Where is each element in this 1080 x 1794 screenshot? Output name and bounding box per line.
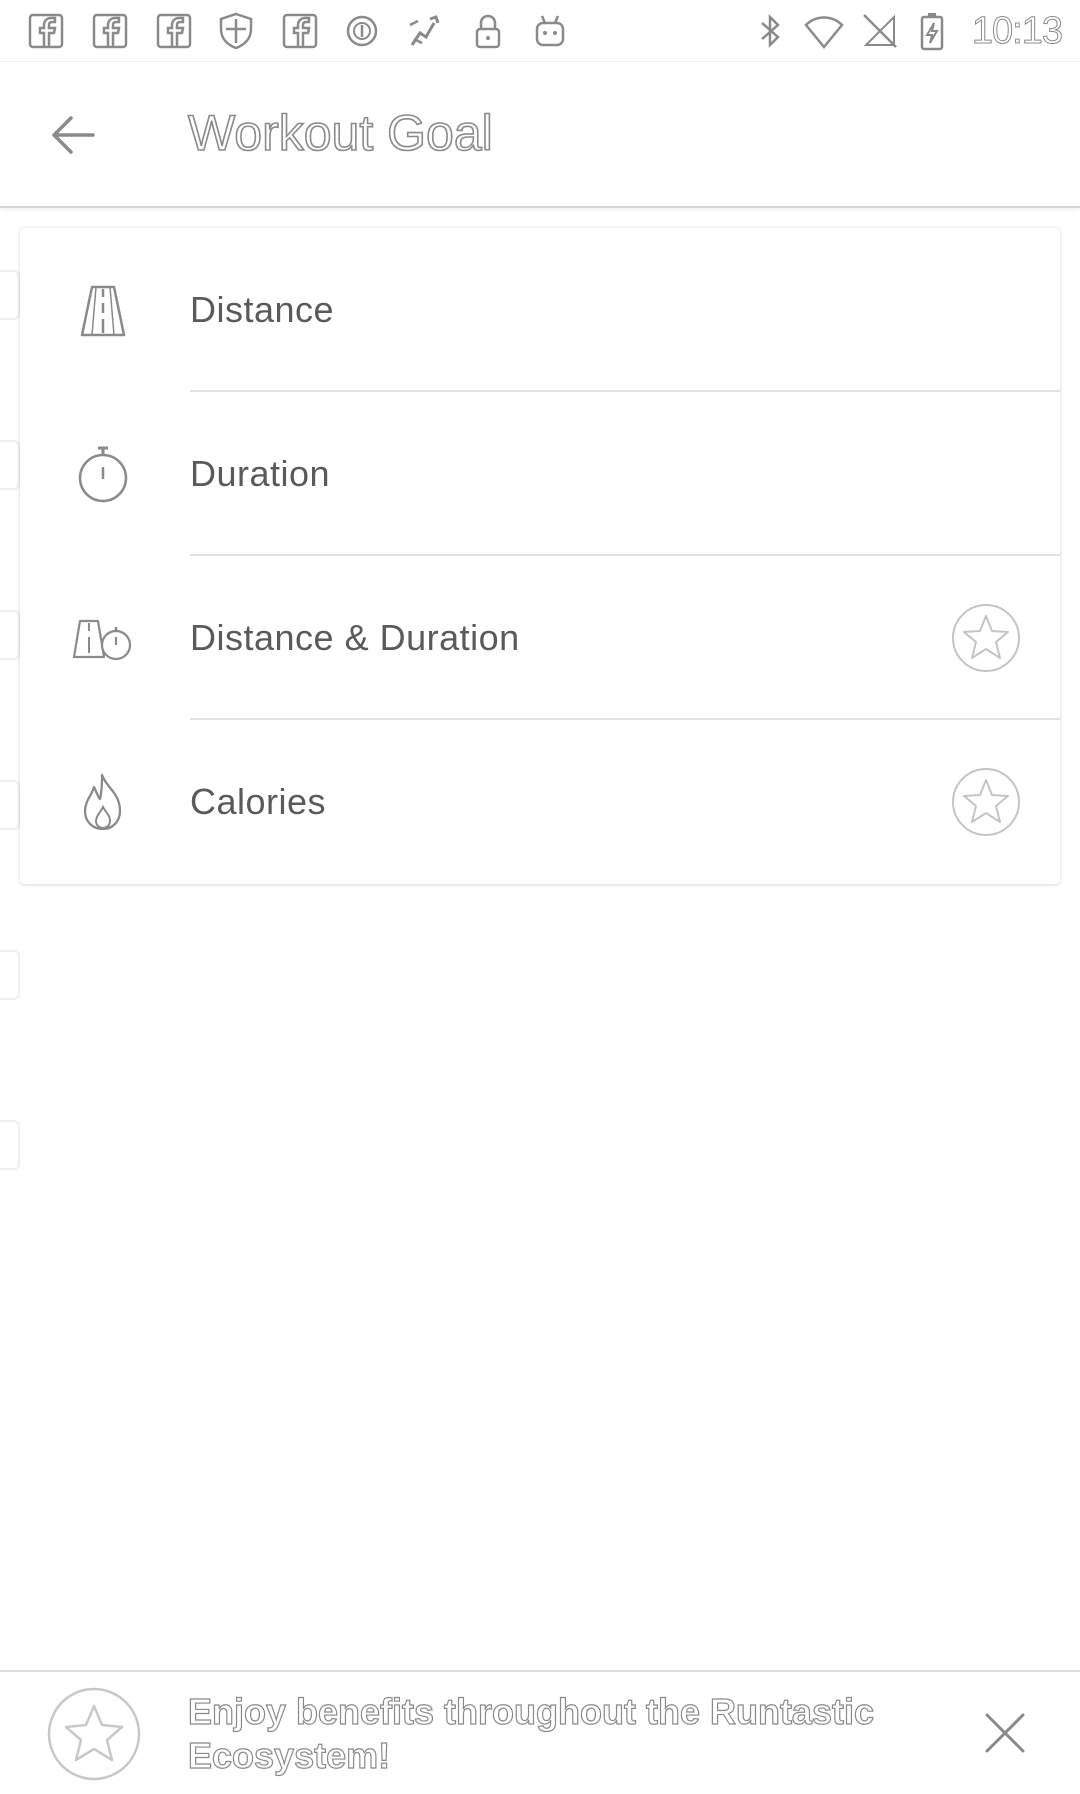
page-title: Workout Goal xyxy=(187,104,493,162)
shield-icon xyxy=(214,9,258,53)
status-bar: 10:13 xyxy=(0,0,1080,62)
facebook-icon xyxy=(24,9,68,53)
battery-charging-icon xyxy=(910,9,954,53)
background-edge-mark xyxy=(0,950,20,1000)
facebook-icon xyxy=(278,9,322,53)
goal-option-label: Distance & Duration xyxy=(190,617,520,658)
status-time: 10:13 xyxy=(971,10,1063,53)
premium-star-icon xyxy=(952,604,1020,672)
facebook-icon xyxy=(152,9,196,53)
facebook-icon xyxy=(88,9,132,53)
lock-icon xyxy=(466,9,510,53)
arrow-left-icon xyxy=(52,116,95,154)
goal-option-calories[interactable]: Calories xyxy=(20,720,1060,884)
promo-text: Enjoy benefits throughout the Runtastic … xyxy=(187,1690,874,1776)
android-icon xyxy=(528,9,572,53)
back-button[interactable] xyxy=(38,100,108,170)
road-stopwatch-icon xyxy=(70,605,136,671)
no-signal-icon xyxy=(858,9,902,53)
background-edge-mark xyxy=(0,780,20,830)
goal-option-duration[interactable]: Duration xyxy=(20,392,1060,556)
running-app-icon xyxy=(402,9,446,53)
circle-app-icon xyxy=(340,9,384,53)
promo-banner[interactable]: Enjoy benefits throughout the Runtastic … xyxy=(0,1670,1080,1794)
goal-option-label: Duration xyxy=(190,453,331,494)
background-edge-mark xyxy=(0,440,20,490)
star-icon xyxy=(47,1687,141,1781)
goal-option-distance[interactable]: Distance xyxy=(20,228,1060,392)
flame-icon xyxy=(70,769,136,835)
goal-option-label: Calories xyxy=(190,781,327,822)
background-edge-mark xyxy=(0,1120,20,1170)
close-button[interactable] xyxy=(972,1700,1038,1766)
goal-option-label: Distance xyxy=(190,289,335,330)
close-icon xyxy=(985,1713,1025,1753)
premium-star-icon xyxy=(952,768,1020,836)
road-icon xyxy=(70,277,136,343)
background-edge-mark xyxy=(0,270,20,320)
background-edge-mark xyxy=(0,610,20,660)
stopwatch-icon xyxy=(70,441,136,507)
goal-options-card: Distance Duration Distance & Duration Ca… xyxy=(20,228,1060,884)
bluetooth-icon xyxy=(748,9,792,53)
app-bar: Workout Goal xyxy=(0,62,1080,208)
goal-option-distance-duration[interactable]: Distance & Duration xyxy=(20,556,1060,720)
wifi-icon xyxy=(802,9,846,53)
